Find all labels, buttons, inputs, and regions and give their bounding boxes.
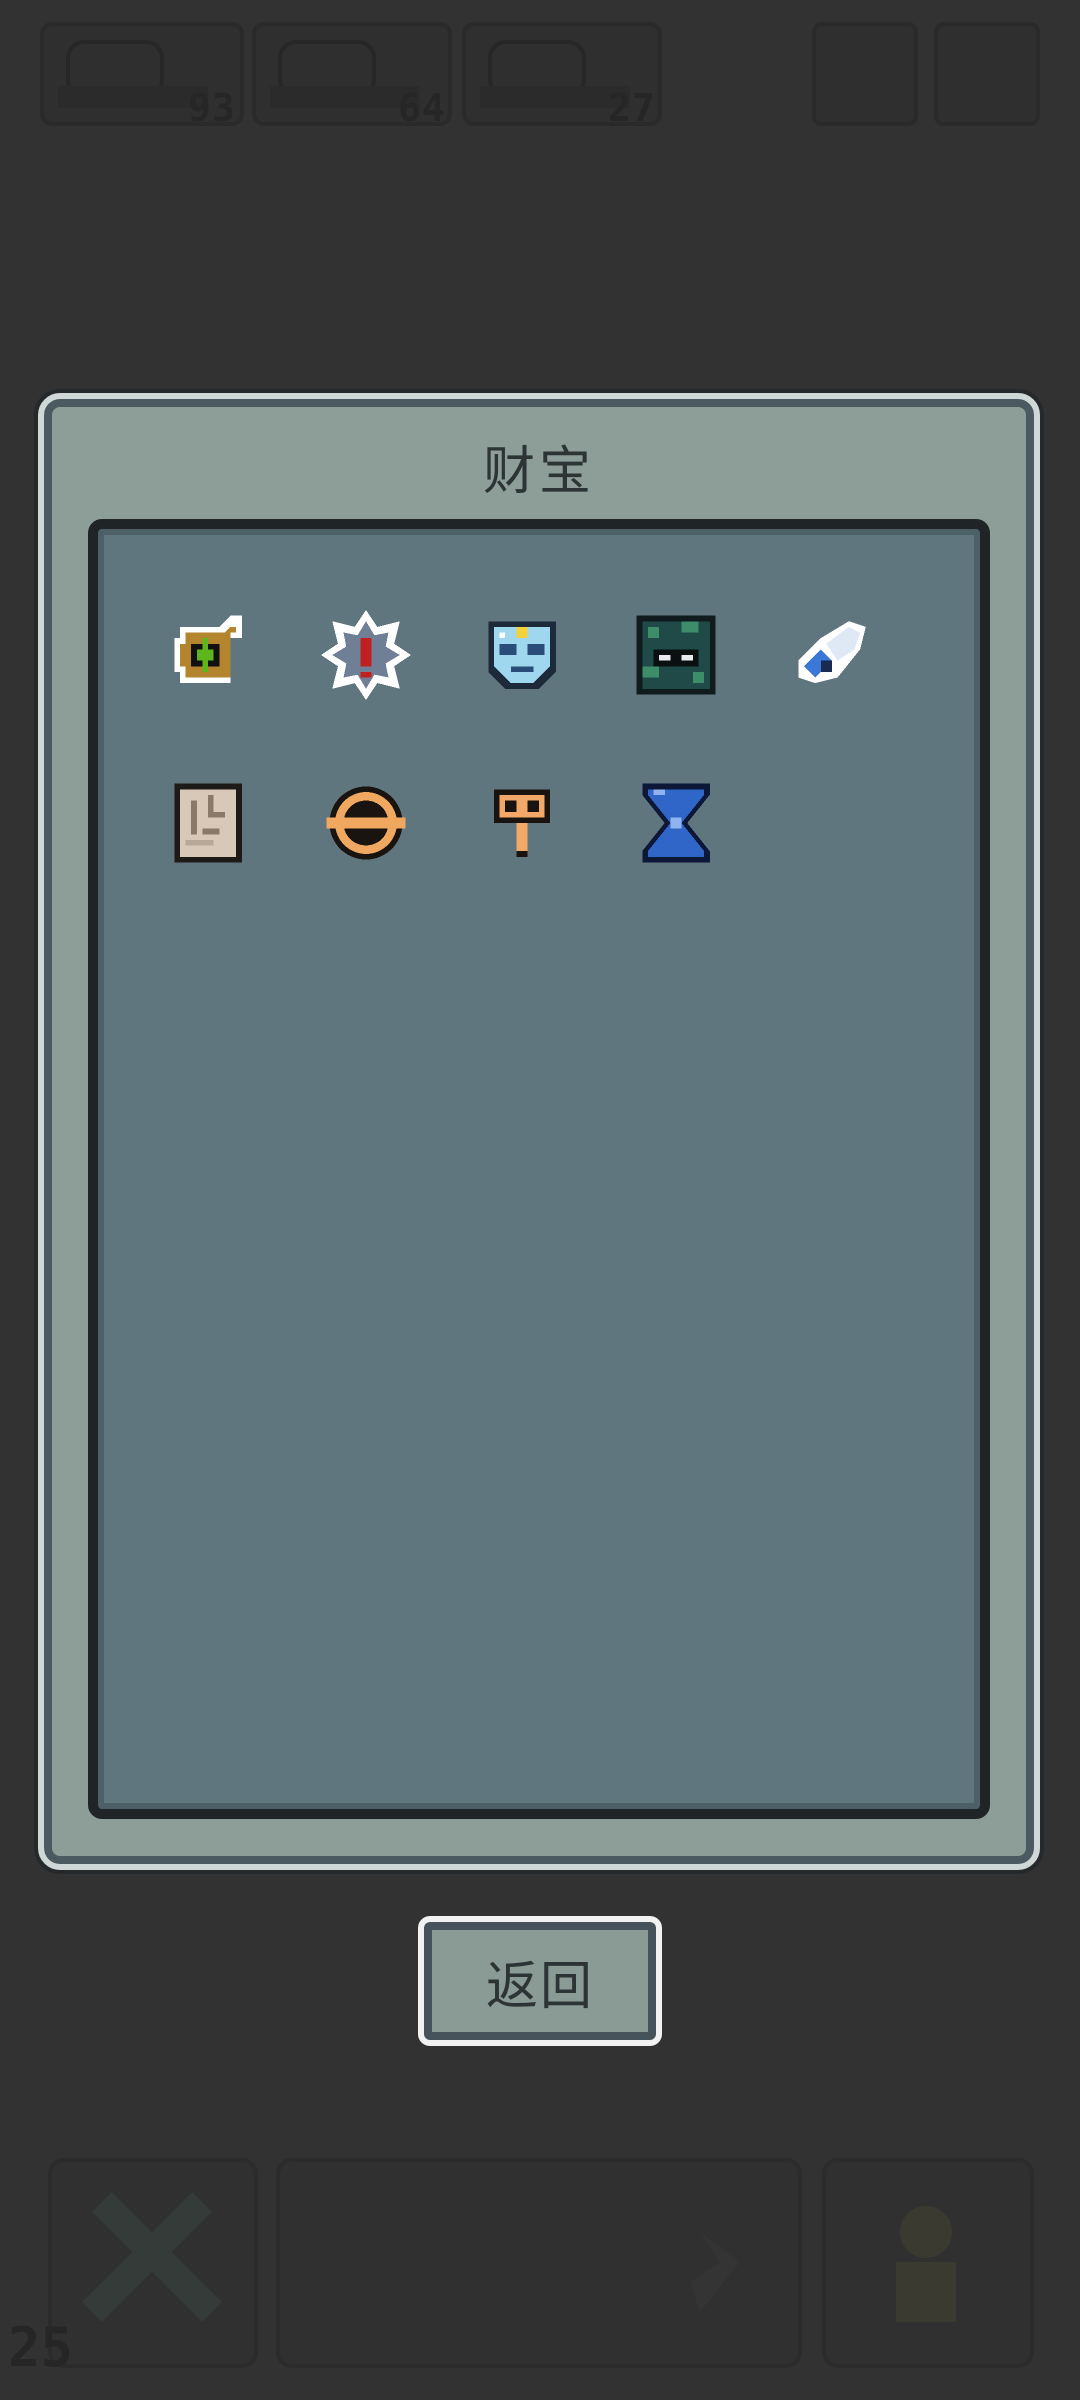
treasure-slot-2[interactable] (316, 605, 416, 705)
green-cross-scroll-icon (174, 615, 242, 684)
dark-mossy-block-icon (636, 615, 716, 695)
treasure-slot-6[interactable] (158, 773, 258, 873)
treasure-slot-3[interactable] (472, 605, 572, 705)
back-button[interactable]: 返回 (418, 1916, 662, 2046)
level-number: 25 (8, 2316, 74, 2379)
ancient-stone-tablet-icon (174, 783, 242, 863)
resource-3-count: 27 (608, 86, 656, 130)
copper-key-icon (493, 789, 551, 857)
bronze-ring-icon (326, 786, 406, 860)
action-card (276, 2158, 802, 2368)
treasure-slot-1[interactable] (158, 605, 258, 705)
boots-icon (690, 2232, 740, 2312)
treasure-slot-5[interactable] (782, 605, 882, 705)
resource-2-count: 64 (398, 86, 446, 130)
menu-button-2 (934, 22, 1040, 126)
dialog-title: 财宝 (482, 442, 595, 502)
attack-card (48, 2158, 258, 2368)
character-card (822, 2158, 1034, 2368)
character-icon (896, 2206, 956, 2322)
crystal-mask-icon (488, 621, 556, 689)
treasure-slot-4[interactable] (626, 605, 726, 705)
crossed-swords-icon (82, 2192, 222, 2322)
blue-hourglass-icon (642, 783, 710, 863)
treasure-slot-7[interactable] (316, 773, 416, 873)
treasure-dialog: 财宝 (38, 393, 1040, 1870)
winged-orb-icon (798, 621, 866, 684)
treasure-slot-8[interactable] (472, 773, 572, 873)
resource-1-count: 93 (188, 86, 236, 130)
treasure-slot-9[interactable] (626, 773, 726, 873)
treasure-grid (88, 519, 990, 1819)
spiked-gem-icon (321, 610, 411, 700)
menu-button-1 (812, 22, 918, 126)
